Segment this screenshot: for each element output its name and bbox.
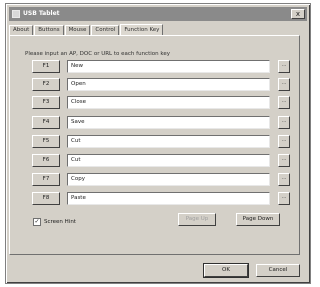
f1-browse-button[interactable]: ... [278, 60, 290, 73]
f6-browse-button[interactable]: ... [278, 154, 290, 167]
close-button[interactable]: x [291, 9, 305, 19]
function-key-row: F6 Cut ... [0, 154, 320, 167]
tab-buttons[interactable]: Buttons [34, 25, 64, 35]
page-up-button[interactable]: Page Up [178, 213, 216, 226]
f5-button[interactable]: F5 [32, 135, 60, 148]
f3-button[interactable]: F3 [32, 96, 60, 109]
f2-browse-button[interactable]: ... [278, 78, 290, 91]
screen-hint-label: Screen Hint [44, 219, 76, 225]
function-key-row: F2 Open ... [0, 78, 320, 91]
tab-mouse[interactable]: Mouse [64, 25, 91, 35]
tab-about[interactable]: About [9, 25, 34, 35]
f3-browse-button[interactable]: ... [278, 96, 290, 109]
function-key-row: F5 Cut ... [0, 135, 320, 148]
function-key-row: F7 Copy ... [0, 173, 320, 186]
tab-control[interactable]: Control [91, 25, 120, 35]
window-title: USB Tablet [23, 10, 60, 17]
screen-hint-checkbox[interactable]: ✓ [33, 218, 41, 226]
f3-command-field[interactable]: Close [67, 96, 270, 109]
cancel-button[interactable]: Cancel [256, 264, 300, 277]
f4-browse-button[interactable]: ... [278, 116, 290, 129]
f1-command-field[interactable]: New [67, 60, 270, 73]
function-key-row: F4 Save ... [0, 116, 320, 129]
f8-button[interactable]: F8 [32, 192, 60, 205]
f5-browse-button[interactable]: ... [278, 135, 290, 148]
function-key-row: F8 Paste ... [0, 192, 320, 205]
f7-browse-button[interactable]: ... [278, 173, 290, 186]
f4-command-field[interactable]: Save [67, 116, 270, 129]
f5-command-field[interactable]: Cut [67, 135, 270, 148]
app-icon [12, 10, 20, 18]
ok-button[interactable]: OK [203, 263, 249, 278]
f8-browse-button[interactable]: ... [278, 192, 290, 205]
f8-command-field[interactable]: Paste [67, 192, 270, 205]
instruction-text: Please input an AP, DOC or URL to each f… [25, 51, 170, 57]
f4-button[interactable]: F4 [32, 116, 60, 129]
f1-button[interactable]: F1 [32, 60, 60, 73]
f2-button[interactable]: F2 [32, 78, 60, 91]
function-key-row: F3 Close ... [0, 96, 320, 109]
f6-command-field[interactable]: Cut [67, 154, 270, 167]
f2-command-field[interactable]: Open [67, 78, 270, 91]
title-bar[interactable]: USB Tablet x [9, 7, 307, 21]
function-key-row: F1 New ... [0, 60, 320, 73]
f7-button[interactable]: F7 [32, 173, 60, 186]
f7-command-field[interactable]: Copy [67, 173, 270, 186]
f6-button[interactable]: F6 [32, 154, 60, 167]
page-down-button[interactable]: Page Down [236, 213, 280, 226]
tab-strip: About Buttons Mouse Control Function Key [9, 23, 164, 36]
